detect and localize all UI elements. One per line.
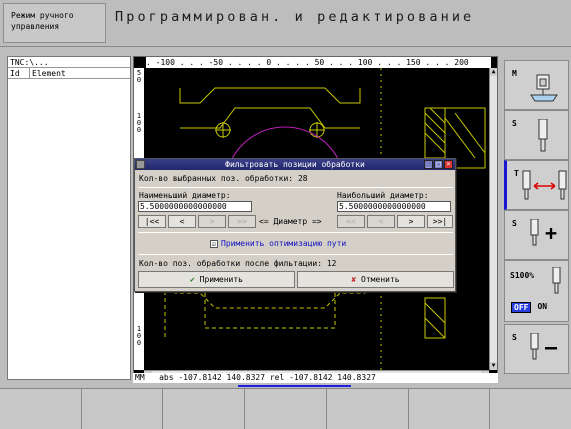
dialog-app-icon: [136, 160, 145, 169]
minimize-icon[interactable]: _: [424, 160, 433, 169]
optimize-path-checkbox[interactable]: ☑: [210, 240, 218, 248]
max-prev-button[interactable]: <: [367, 215, 395, 228]
maximize-icon[interactable]: □: [434, 160, 443, 169]
t-label: T: [514, 169, 519, 178]
tree-header: Id Element: [8, 68, 130, 79]
softkey-5[interactable]: [326, 388, 409, 429]
dialog-title: Фильтровать позиции обработки: [135, 159, 455, 170]
softkey-3[interactable]: [163, 388, 246, 429]
tree-col-element: Element: [32, 69, 66, 78]
s2-label: S: [512, 219, 517, 228]
plus-icon: +: [545, 221, 558, 245]
min-prev-button[interactable]: <: [168, 215, 196, 228]
min-fast-next-button[interactable]: >>: [228, 215, 256, 228]
apply-button[interactable]: ✔ Применить: [138, 271, 295, 288]
vertical-scrollbar[interactable]: ▲ ▼: [489, 68, 497, 370]
max-diameter-label: Наибольший диаметр:: [337, 191, 429, 200]
max-diameter-field[interactable]: 5.5000000000000000: [337, 201, 451, 212]
tool-change-icon: [522, 170, 567, 200]
off-indicator[interactable]: OFF: [511, 302, 532, 313]
s3-label: S: [512, 333, 517, 342]
spindle-override-label: S100%: [510, 271, 535, 280]
dialog-divider-2: [138, 232, 453, 233]
machine-status-panel: M S T S + S100% OFF ON S —: [504, 56, 571, 374]
spindle-minus-button[interactable]: S —: [504, 324, 569, 374]
cancel-button[interactable]: ✘ Отменить: [297, 271, 454, 288]
s-spindle-button[interactable]: S: [504, 110, 569, 160]
max-last-button[interactable]: >>|: [427, 215, 453, 228]
coordinate-status-bar: MM abs -107.8142 140.8327 rel -107.8142 …: [133, 373, 498, 383]
minus-icon: —: [545, 335, 558, 359]
t-tool-button[interactable]: T: [504, 160, 569, 210]
check-icon: ✔: [190, 275, 200, 284]
diameter-label: <= Диаметр =>: [259, 217, 322, 226]
header-divider: [0, 46, 571, 47]
min-next-button[interactable]: >: [198, 215, 226, 228]
progress-marker: [238, 385, 351, 387]
max-fast-prev-button[interactable]: <<: [337, 215, 365, 228]
softkey-6[interactable]: [408, 388, 491, 429]
cancel-label: Отменить: [361, 275, 400, 284]
spindle-icon: [538, 119, 548, 152]
selected-count-label: Кол-во выбранных поз. обработки: 28: [139, 174, 308, 183]
scroll-down-arrow[interactable]: ▼: [490, 362, 497, 370]
min-diameter-label: Наименьший диаметр:: [139, 191, 231, 200]
dialog-divider-3: [138, 254, 453, 255]
tree-col-id: Id: [8, 68, 30, 78]
ruler-label-bottom: 100: [136, 325, 142, 347]
spindle-small-icon-2: [530, 333, 539, 360]
ruler-label-mid: 100: [136, 112, 142, 134]
spindle-plus-button[interactable]: S +: [504, 210, 569, 260]
on-indicator[interactable]: ON: [537, 302, 547, 313]
tree-path: TNC:\...: [8, 57, 130, 68]
softkey-2[interactable]: [81, 388, 164, 429]
softkey-4[interactable]: [245, 388, 327, 429]
dialog-window-buttons: _ □ ×: [424, 160, 453, 169]
close-icon[interactable]: ×: [444, 160, 453, 169]
page-title: Программирован. и редактирование: [115, 9, 475, 25]
spindle-small-icon: [530, 219, 539, 246]
apply-label: Применить: [199, 275, 243, 284]
softkey-7[interactable]: [490, 388, 571, 429]
max-next-button[interactable]: >: [397, 215, 425, 228]
horizontal-ruler: . -100 . . . -50 . . . . 0 . . . . 50 . …: [146, 57, 491, 68]
softkey-row: [0, 388, 571, 429]
scroll-up-arrow[interactable]: ▲: [490, 68, 497, 76]
spindle-override-panel[interactable]: S100% OFF ON: [504, 260, 569, 322]
program-tree-panel[interactable]: TNC:\... Id Element: [7, 56, 131, 380]
machine-table-icon: [530, 74, 558, 102]
m-label: M: [512, 69, 517, 78]
spindle-toggle[interactable]: OFF ON: [511, 302, 547, 313]
softkey-1[interactable]: [0, 388, 82, 429]
spindle-override-icon: [552, 267, 561, 294]
ruler-label-top: 50: [136, 69, 142, 84]
filter-dialog: Фильтровать позиции обработки _ □ × Кол-…: [134, 158, 456, 292]
after-filter-label: Кол-во поз. обработки после фильтации: 1…: [139, 259, 337, 268]
optimize-path-label[interactable]: Применить оптимизацию пути: [221, 239, 346, 249]
min-diameter-field[interactable]: 5.5000000000000000: [138, 201, 252, 212]
tnc-screen: { "header": { "mode": "Режим ручного\nуп…: [0, 0, 571, 429]
m-function-button[interactable]: M: [504, 60, 569, 110]
cross-icon: ✘: [351, 275, 362, 284]
dialog-divider: [138, 187, 453, 188]
operating-mode-box: Режим ручного управления: [3, 3, 106, 43]
s-label: S: [512, 119, 517, 128]
min-first-button[interactable]: |<<: [138, 215, 166, 228]
